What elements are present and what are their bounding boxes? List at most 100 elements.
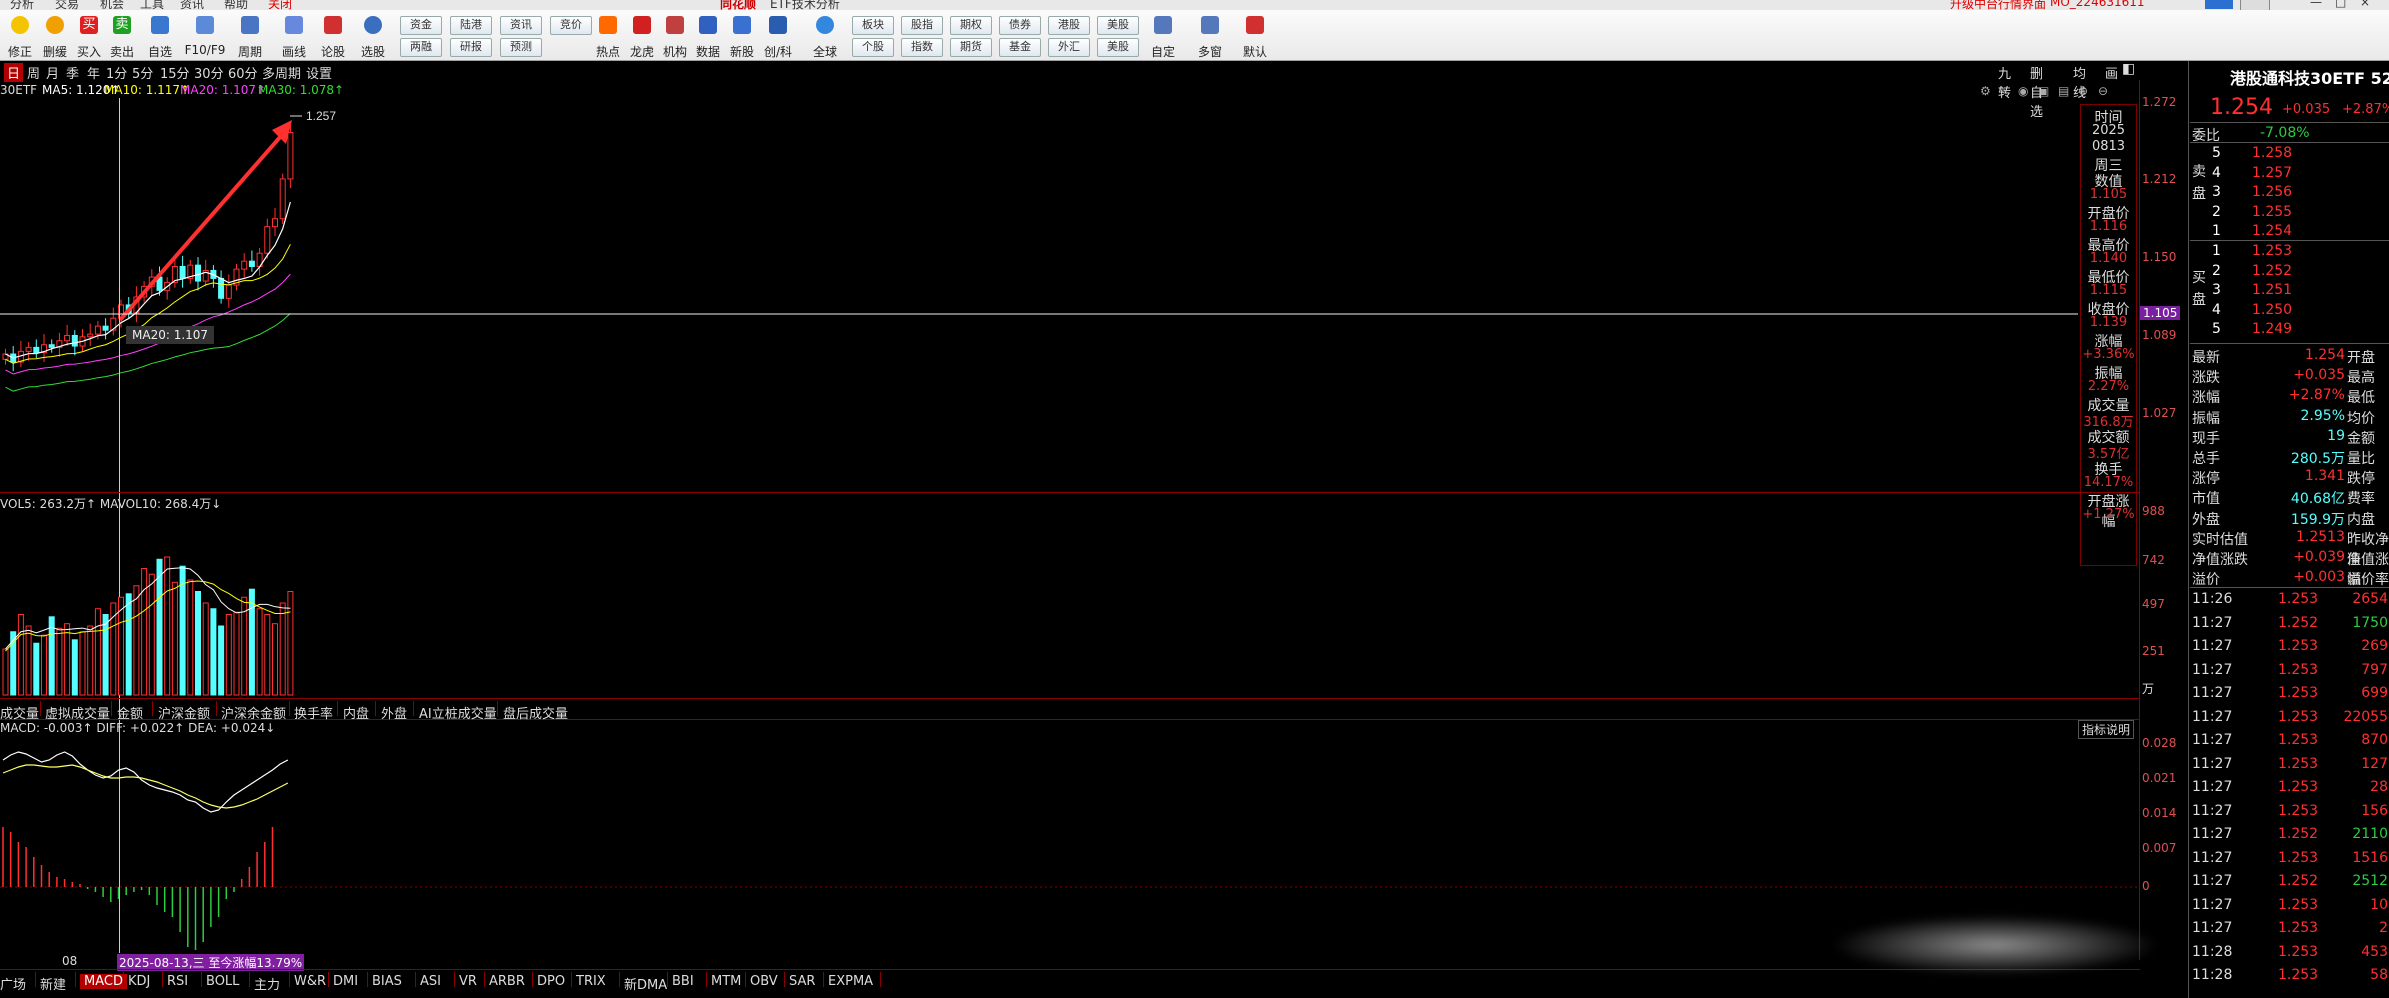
volume-bar[interactable] [264,614,271,696]
btn-index-futures[interactable]: 股指 [901,16,943,35]
btn-index[interactable]: 指数 [901,38,943,57]
menu-close[interactable]: 关闭 [268,0,292,10]
eye-icon[interactable]: ◉ [2018,84,2028,98]
volume-bar[interactable] [102,614,109,696]
volume-bar[interactable] [156,558,163,696]
indicator-tab-bias[interactable]: BIAS [372,974,402,989]
indicator-tab-dpo[interactable]: DPO [537,974,565,989]
panel-toggle-icon[interactable]: ◧ [2122,61,2135,77]
candle-body[interactable] [64,334,71,342]
login-icon[interactable] [2205,0,2233,9]
volume-bar[interactable] [272,623,278,696]
tb-buy[interactable]: 买买入 [74,10,104,60]
tb-institution[interactable]: 机构 [660,10,690,60]
candle-body[interactable] [225,284,232,299]
tb-watchlist[interactable]: 自选 [145,10,175,60]
indicator-tab-[interactable]: 新建 [40,974,66,993]
volume-bar[interactable] [202,602,209,696]
btn-margin[interactable]: 两融 [400,38,442,57]
volume-bar[interactable] [94,608,101,696]
btn-us-stocks[interactable]: 美股 [1097,38,1139,57]
indicator-tab-expma[interactable]: EXPMA [828,974,873,989]
ask-row[interactable]: 4 1.257 [2190,165,2389,185]
volume-bar[interactable] [233,611,240,696]
btn-forecast[interactable]: 预测 [500,38,542,57]
btn-info[interactable]: 资讯 [500,16,542,35]
btn-auction[interactable]: 竞价 [550,16,592,35]
candle-body[interactable] [195,264,201,282]
menu-opportunity[interactable]: 机会 [100,0,124,10]
ask-row[interactable]: 5 1.258 [2190,145,2389,165]
indicator-tab-asi[interactable]: ASI [420,974,441,989]
menu-analysis[interactable]: 分析 [10,0,34,10]
volume-bar[interactable] [79,631,86,696]
candle-body[interactable] [102,325,109,331]
volume-bar[interactable] [64,623,71,696]
tb-fix[interactable]: 修正 [5,10,35,60]
btn-bonds[interactable]: 债券 [999,16,1041,35]
bid-row[interactable]: 5 1.249 [2190,321,2389,341]
btn-futures[interactable]: 期货 [950,38,992,57]
candle-body[interactable] [87,333,94,338]
volume-bar[interactable] [287,591,294,696]
candle-body[interactable] [272,218,278,228]
btn-us-stocks-top[interactable]: 美股 [1097,16,1139,35]
indicator-tab-arbr[interactable]: ARBR [489,974,525,989]
candle-body[interactable] [279,178,286,220]
indicator-tab-vr[interactable]: VR [459,974,477,989]
volume-bar[interactable] [195,591,201,696]
volume-bar[interactable] [25,625,32,696]
tab-ai-volume[interactable]: AI立桩成交量 [419,703,497,722]
btn-forex[interactable]: 外汇 [1048,38,1090,57]
candle-body[interactable] [264,226,271,254]
btn-fund[interactable]: 资金 [400,16,442,35]
lock-icon[interactable]: ▤ [2058,84,2069,98]
tab-after-hours[interactable]: 盘后成交量 [503,703,568,722]
volume-bar[interactable] [225,614,232,696]
tb-f10[interactable]: F10/F9 [185,10,225,60]
candle-body[interactable] [179,265,186,279]
zoom-in-icon[interactable]: ⊕ [2078,84,2088,98]
tb-screener[interactable]: 选股 [358,10,388,60]
volume-bar[interactable] [2,648,9,696]
tb-data[interactable]: 数据 [693,10,723,60]
volume-bar[interactable] [48,616,55,696]
volume-bar[interactable] [164,556,171,696]
tb-period[interactable]: 周期 [235,10,265,60]
volume-bar[interactable] [87,625,94,696]
ask-row[interactable]: 2 1.255 [2190,204,2389,224]
indicator-tab-rsi[interactable]: RSI [167,974,188,989]
candle-body[interactable] [218,277,225,299]
volume-bar[interactable] [141,568,148,696]
trash-icon[interactable]: ▣ [2038,84,2049,98]
candle-body[interactable] [287,131,294,180]
volume-bar[interactable] [125,593,132,696]
tab-turnover[interactable]: 换手率 [294,703,333,722]
candlestick-chart[interactable]: 1.257 [0,98,2140,493]
tab-amount[interactable]: 金额 [117,703,143,722]
indicator-tab-macd[interactable]: MACD [80,974,127,989]
candle-body[interactable] [248,260,255,267]
volume-bar[interactable] [17,614,24,696]
window-btn-icon[interactable] [2240,0,2270,10]
btn-options[interactable]: 期权 [950,16,992,35]
indicator-tab-wr[interactable]: W&R [294,974,326,989]
tb-hot[interactable]: 热点 [593,10,623,60]
volume-bar[interactable] [210,608,217,696]
indicator-tab-boll[interactable]: BOLL [206,974,239,989]
volume-bar[interactable] [279,602,286,696]
candle-body[interactable] [33,346,40,354]
tab-virtual-volume[interactable]: 虚拟成交量 [45,703,110,722]
settings-icon[interactable]: ⚙ [1980,84,1991,98]
tab-inner[interactable]: 内盘 [343,703,369,722]
menu-tools[interactable]: 工具 [140,0,164,10]
upgrade-link[interactable]: 升级中台行情界面 [1950,0,2046,10]
minimize-icon[interactable]: — [2310,0,2322,9]
candle-body[interactable] [48,344,55,348]
btn-hk-connect[interactable]: 陆港 [450,16,492,35]
tb-global[interactable]: 全球 [810,10,840,60]
indicator-tab-[interactable]: 广场 [0,974,26,993]
volume-bar[interactable] [148,573,155,696]
bid-row[interactable]: 2 1.252 [2190,263,2389,283]
candle-body[interactable] [71,334,78,347]
